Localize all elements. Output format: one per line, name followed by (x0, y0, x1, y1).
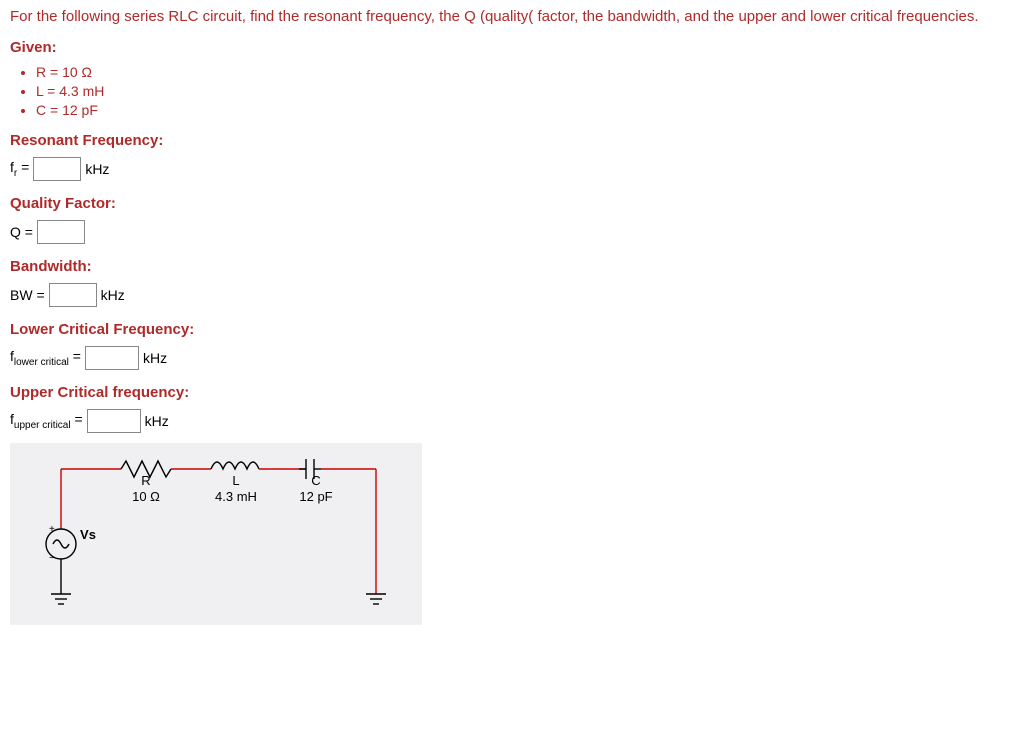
lower-heading: Lower Critical Frequency: (10, 321, 1023, 338)
upper-label: fupper critical = (10, 411, 83, 431)
upper-input[interactable] (87, 409, 141, 433)
given-item: R = 10 Ω (36, 64, 1023, 80)
resonant-row: fr = kHz (10, 157, 1023, 181)
c-value: 12 pF (299, 489, 332, 504)
upper-row: fupper critical = kHz (10, 409, 1023, 433)
r-value: 10 Ω (132, 489, 160, 504)
circuit-diagram: R 10 Ω L 4.3 mH C 12 pF + − Vs (10, 443, 422, 625)
r-label: R (141, 473, 150, 488)
quality-label: Q = (10, 224, 33, 240)
lower-row: flower critical = kHz (10, 346, 1023, 370)
resonant-input[interactable] (33, 157, 81, 181)
source-plus: + (49, 524, 55, 535)
bandwidth-heading: Bandwidth: (10, 258, 1023, 275)
given-list: R = 10 Ω L = 4.3 mH C = 12 pF (36, 64, 1023, 118)
quality-input[interactable] (37, 220, 85, 244)
resonant-label: fr = (10, 159, 29, 179)
given-item: C = 12 pF (36, 102, 1023, 118)
resonant-unit: kHz (85, 161, 109, 177)
problem-instruction: For the following series RLC circuit, fi… (10, 8, 1023, 25)
given-item: L = 4.3 mH (36, 83, 1023, 99)
vs-label: Vs (80, 527, 96, 542)
resonant-heading: Resonant Frequency: (10, 132, 1023, 149)
bandwidth-label: BW = (10, 287, 45, 303)
bandwidth-unit: kHz (101, 287, 125, 303)
circuit-svg: R 10 Ω L 4.3 mH C 12 pF + − Vs (16, 449, 406, 619)
bandwidth-row: BW = kHz (10, 283, 1023, 307)
bandwidth-input[interactable] (49, 283, 97, 307)
lower-label: flower critical = (10, 348, 81, 368)
l-label: L (232, 473, 239, 488)
l-value: 4.3 mH (215, 489, 257, 504)
upper-heading: Upper Critical frequency: (10, 384, 1023, 401)
lower-input[interactable] (85, 346, 139, 370)
c-label: C (311, 473, 320, 488)
lower-unit: kHz (143, 350, 167, 366)
upper-unit: kHz (145, 413, 169, 429)
given-heading: Given: (10, 39, 1023, 56)
quality-heading: Quality Factor: (10, 195, 1023, 212)
source-minus: − (49, 553, 55, 564)
quality-row: Q = (10, 220, 1023, 244)
